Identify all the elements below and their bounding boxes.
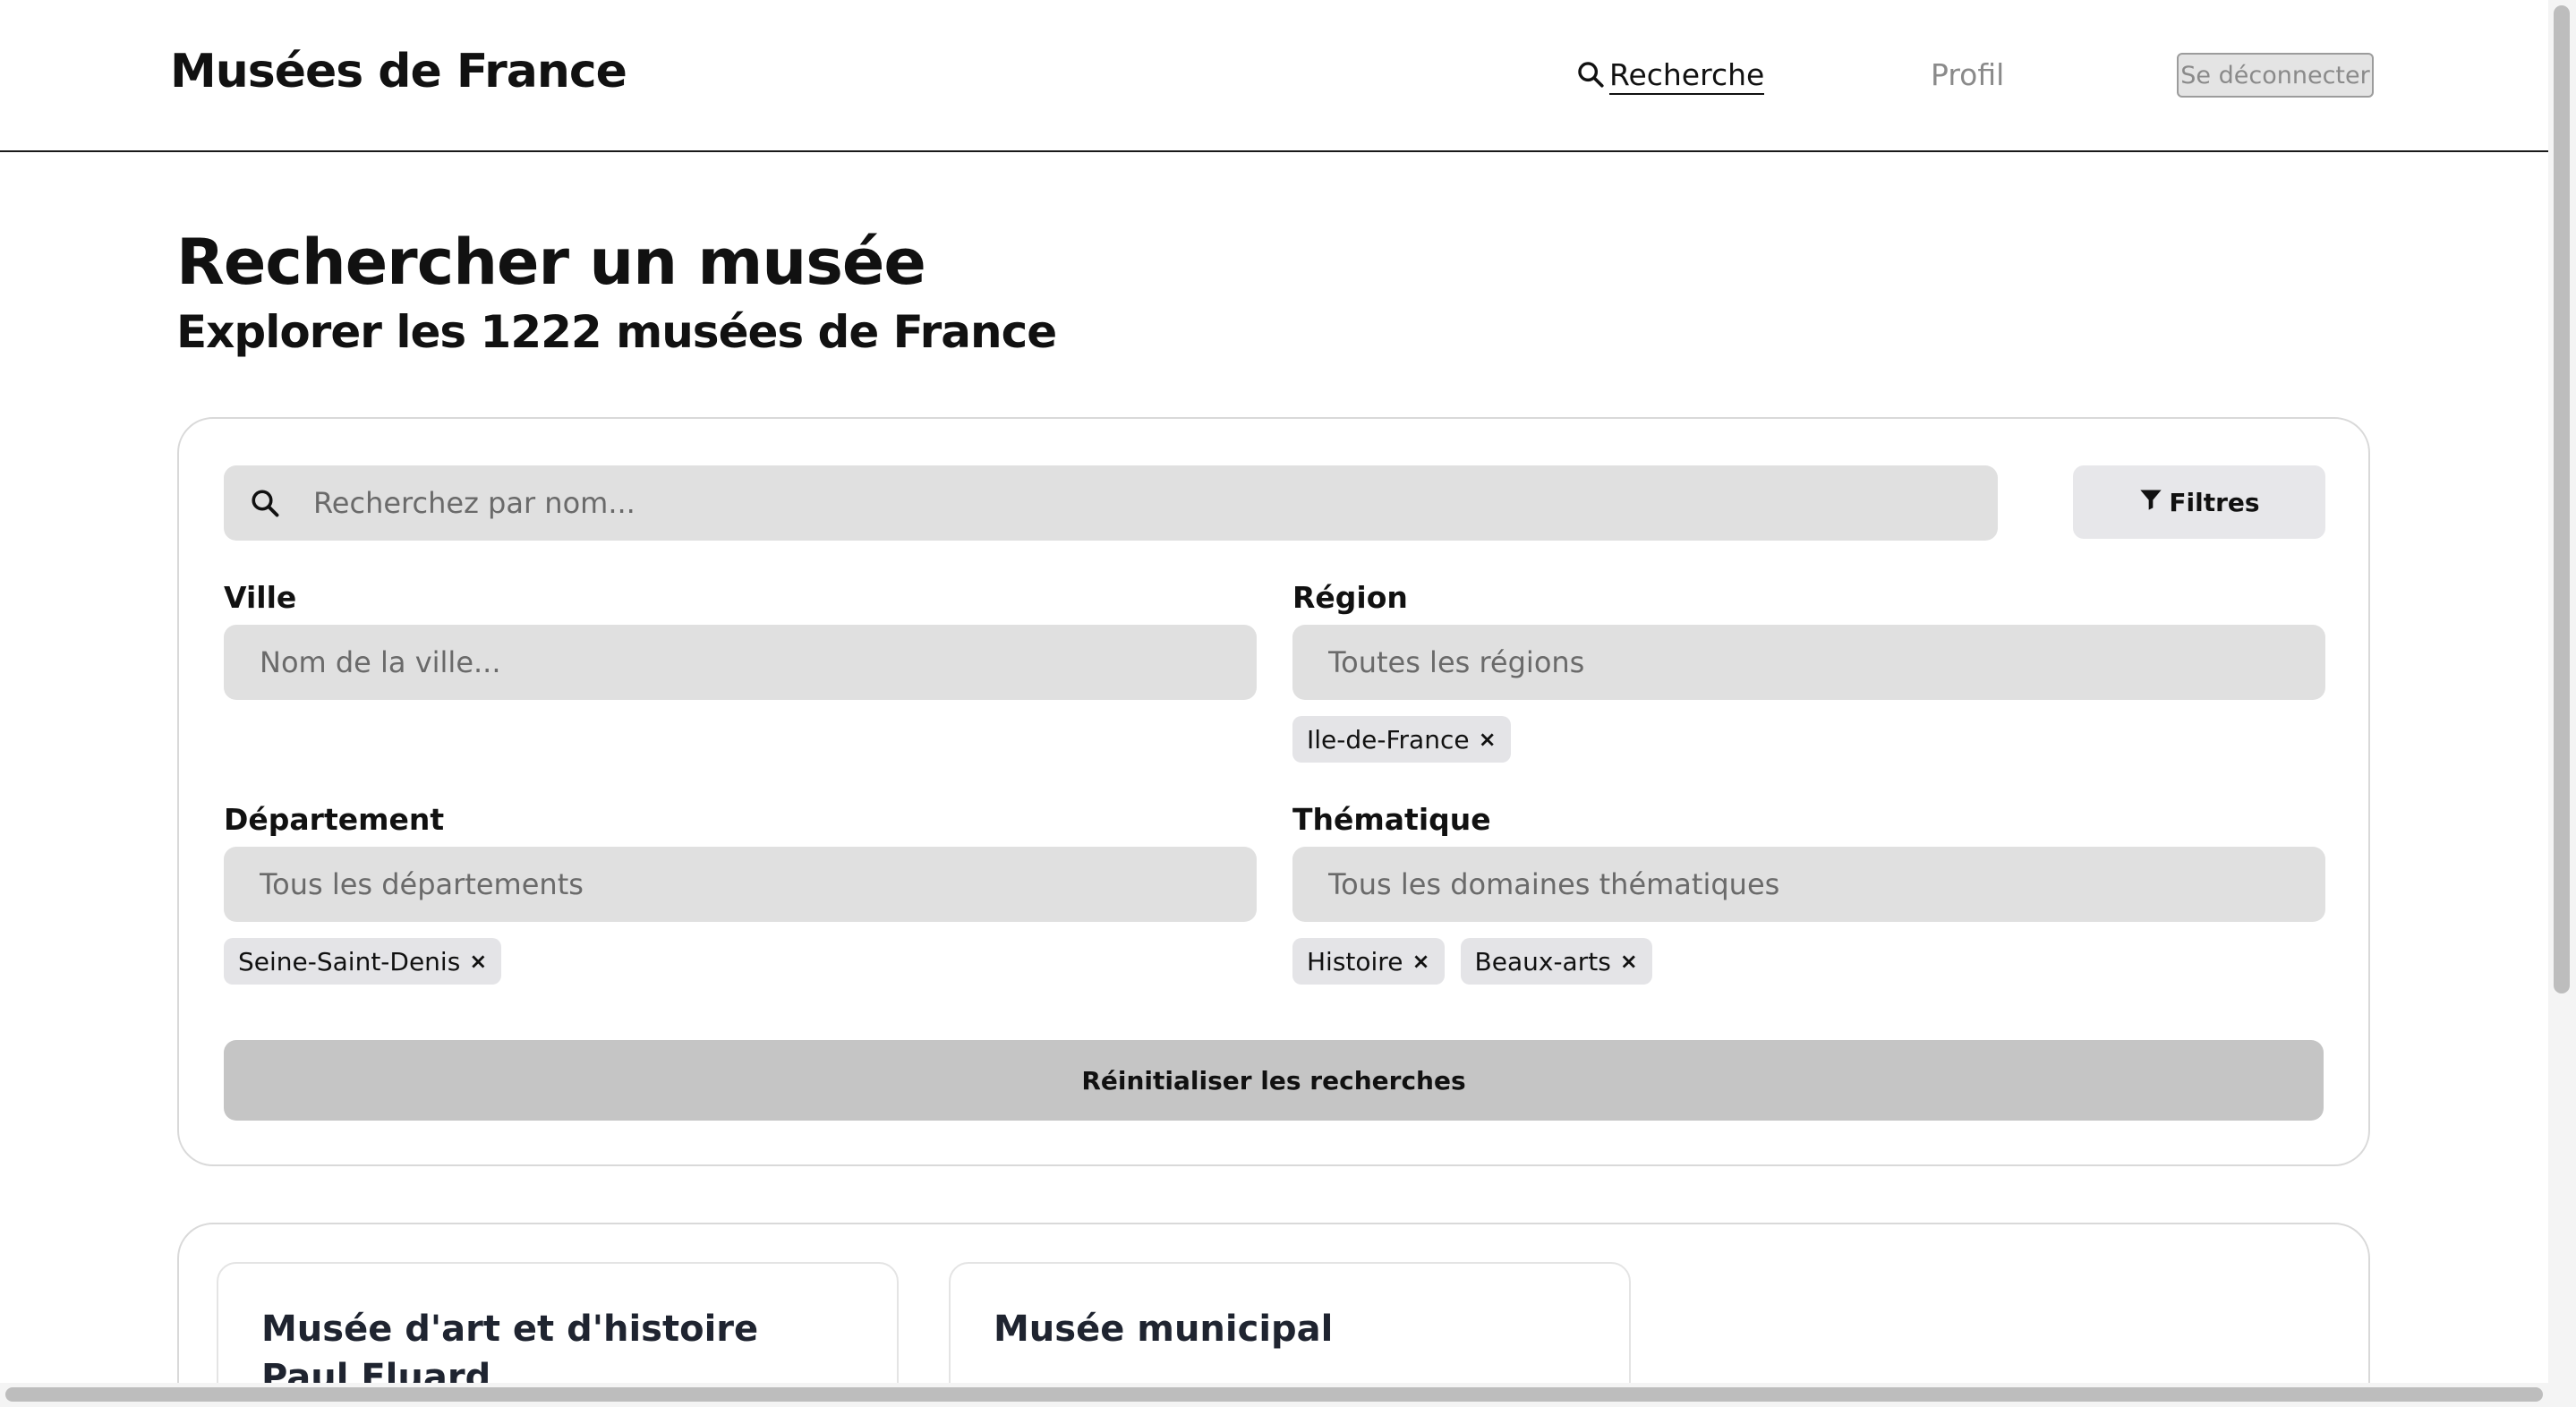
ville-field [224,625,1257,700]
chip-label: Beaux-arts [1474,946,1611,976]
chip-label: Histoire [1307,946,1403,976]
nav-profile-link[interactable]: Profil [1931,57,2004,93]
filter-chip: Ile-de-France × [1292,716,1511,763]
search-panel: Filtres Ville Région Ile-de-France × Dép… [177,417,2370,1166]
filters-label: Filtres [2169,487,2260,517]
filter-chip: Seine-Saint-Denis × [224,938,502,985]
remove-chip-icon[interactable]: × [1412,949,1429,974]
page-title: Rechercher un musée [176,226,926,299]
nav-search-link[interactable]: Recherche [1575,57,1765,95]
nav-search-label: Recherche [1609,57,1765,95]
search-input[interactable] [313,465,1978,541]
departement-label: Département [224,802,445,837]
remove-chip-icon[interactable]: × [1620,949,1638,974]
region-select[interactable] [1292,625,2325,700]
results-panel: Musée d'art et d'histoire Paul Eluard Mu… [177,1223,2370,1407]
remove-chip-icon[interactable]: × [1479,727,1497,752]
filters-button[interactable]: Filtres [2073,465,2325,539]
thematique-chips: Histoire × Beaux-arts × [1292,938,1652,985]
search-icon [1575,59,1606,93]
museum-name: Musée municipal [994,1309,1334,1350]
logout-button[interactable]: Se déconnecter [2177,53,2374,98]
departement-chips: Seine-Saint-Denis × [224,938,502,985]
search-bar [224,465,1998,541]
departement-input[interactable] [224,847,1257,922]
departement-select[interactable] [224,847,1257,922]
reset-searches-button[interactable]: Réinitialiser les recherches [224,1040,2324,1121]
region-input[interactable] [1292,625,2325,700]
filter-icon [2138,487,2163,518]
ville-label: Ville [224,580,297,615]
thematique-select[interactable] [1292,847,2325,922]
brand-title[interactable]: Musées de France [170,45,627,98]
thematique-input[interactable] [1292,847,2325,922]
remove-chip-icon[interactable]: × [469,949,487,974]
top-navbar: Musées de France Recherche Profil Se déc… [0,0,2548,152]
filter-chip: Histoire × [1292,938,1445,985]
chip-label: Ile-de-France [1307,724,1470,755]
thematique-label: Thématique [1292,802,1491,837]
vertical-scrollbar-thumb[interactable] [2554,5,2570,993]
region-chips: Ile-de-France × [1292,716,1511,763]
horizontal-scrollbar-thumb[interactable] [5,1387,2543,1402]
search-icon [249,487,281,523]
chip-label: Seine-Saint-Denis [238,946,461,976]
page-subtitle: Explorer les 1222 musées de France [176,306,1057,358]
filter-chip: Beaux-arts × [1460,938,1652,985]
page: Musées de France Recherche Profil Se déc… [0,0,2576,1407]
region-label: Région [1292,580,1408,615]
ville-input[interactable] [224,625,1257,700]
